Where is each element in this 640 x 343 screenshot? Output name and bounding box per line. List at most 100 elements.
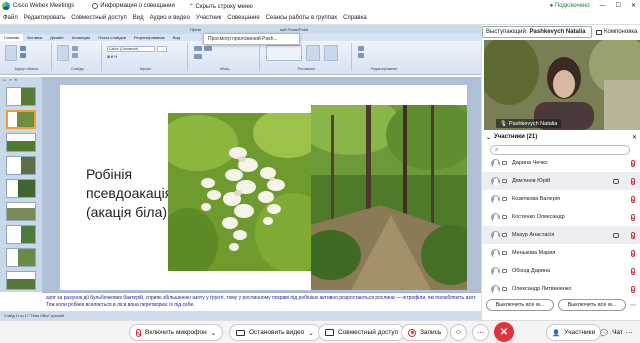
copy-icon[interactable]: [20, 53, 26, 58]
mic-muted-icon[interactable]: [631, 195, 635, 203]
speaker-notes[interactable]: азот за рахунок дії бульбочкових бактері…: [42, 292, 481, 311]
list-item[interactable]: Менькова Мария: [482, 244, 640, 262]
font-name-select[interactable]: Calibri (Основной): [107, 46, 155, 52]
list-item[interactable]: Дарина Чечко: [482, 158, 640, 172]
layout-button[interactable]: Компоновка: [596, 29, 637, 35]
slide-thumbnail[interactable]: [6, 87, 36, 106]
ppt-tab-review[interactable]: Рецензирование: [130, 34, 169, 41]
slide-thumbnail[interactable]: [6, 225, 36, 244]
more-options-icon[interactable]: ⋯: [630, 299, 640, 311]
menu-share[interactable]: Совместный доступ: [68, 15, 130, 21]
unmute-button[interactable]: Включить микрофон ⌄: [129, 324, 224, 341]
speaker-video[interactable]: [484, 40, 640, 130]
more-options-icon[interactable]: ⋯: [472, 324, 489, 341]
list-item[interactable]: Дем'янов Юрій: [482, 172, 640, 190]
find-icon[interactable]: [358, 46, 364, 51]
ppt-tab-slideshow[interactable]: Показ слайдов: [94, 34, 130, 41]
mic-muted-icon[interactable]: [631, 285, 635, 293]
end-meeting-button[interactable]: ✕: [494, 322, 514, 342]
menu-breakout[interactable]: Сеансы работы в группах: [263, 15, 341, 21]
cut-icon[interactable]: [20, 46, 26, 51]
new-slide-button[interactable]: [57, 45, 69, 61]
list-item[interactable]: Костенко Олександр: [482, 208, 640, 226]
ppt-tab-animation[interactable]: Анимация: [68, 34, 95, 41]
mute-all-button[interactable]: Выключить все м...: [486, 299, 554, 311]
slide-thumbnail[interactable]: [6, 271, 36, 290]
participant-name: Олександр Литвиненко: [512, 286, 572, 292]
participant-search-input[interactable]: ⌕: [490, 145, 630, 155]
list-item[interactable]: Олександр Литвиненко: [482, 280, 640, 293]
share-screen-icon: [325, 329, 334, 336]
ribbon-label-slides: Слайды: [70, 67, 85, 71]
numbering-icon[interactable]: [204, 46, 212, 51]
mic-muted-icon[interactable]: [631, 213, 635, 221]
menu-audio-video[interactable]: Аудио и видео: [147, 15, 193, 21]
font-size-select[interactable]: [157, 46, 167, 52]
mute-all-button-2[interactable]: Выключить все м...: [558, 299, 626, 311]
right-panel: Выступающий: Pashkevych Natalia Компонов…: [481, 25, 640, 320]
meeting-info-button[interactable]: Информация о совещании: [92, 3, 175, 9]
mic-muted-icon[interactable]: [631, 231, 635, 239]
shapes-gallery[interactable]: [266, 45, 302, 61]
slide-thumbnail[interactable]: [6, 248, 36, 267]
menu-meeting[interactable]: Совещание: [224, 15, 262, 21]
mic-muted-icon[interactable]: [631, 177, 635, 185]
slides-tab-icon[interactable]: ▭: [3, 78, 6, 84]
chevron-down-icon[interactable]: ⌄: [486, 134, 491, 141]
chat-icon[interactable]: [613, 232, 619, 238]
bold-icon[interactable]: Ж К Ч: [107, 55, 117, 59]
list-item[interactable]: Обіход Дарина: [482, 262, 640, 280]
menu-participant[interactable]: Участник: [193, 15, 224, 21]
ppt-window-title-2: soft PowerPoint: [280, 27, 309, 32]
current-slide[interactable]: Робінія псевдоакація (акація біла): [60, 85, 467, 290]
slide-thumbnail-selected[interactable]: [6, 110, 36, 129]
slide-thumbnail[interactable]: [6, 133, 36, 152]
share-button[interactable]: Совместный доступ: [318, 324, 406, 341]
participant-name: Дем'янов Юрій: [512, 178, 551, 184]
close-panel-icon[interactable]: ✕: [632, 134, 637, 141]
more-panels-icon[interactable]: ⋯: [622, 324, 636, 341]
list-item[interactable]: Мазур Анастасія: [482, 226, 640, 244]
ppt-tab-insert[interactable]: Вставка: [23, 34, 46, 41]
menu-bar: Файл Редактировать Совместный доступ Вид…: [0, 12, 640, 25]
layout-icon[interactable]: [72, 46, 78, 51]
mic-muted-icon[interactable]: [631, 159, 635, 167]
minimize-icon[interactable]: —: [600, 3, 606, 9]
stop-video-button[interactable]: Остановить видео ⌄: [229, 324, 321, 341]
reactions-icon[interactable]: ☺: [450, 324, 467, 341]
speaker-name: Pashkevych Natalia: [529, 29, 586, 35]
ppt-tab-view[interactable]: Вид: [169, 34, 184, 41]
maximize-icon[interactable]: ☐: [616, 2, 621, 9]
list-item[interactable]: Козелкова Валерія: [482, 190, 640, 208]
app-view-tooltip[interactable]: Просмотр приложений Pash...: [203, 33, 300, 45]
menu-edit[interactable]: Редактировать: [21, 15, 68, 21]
slide-thumbnail[interactable]: [6, 156, 36, 175]
outline-tab-icon[interactable]: ≡: [9, 78, 11, 84]
quick-styles-button[interactable]: [324, 45, 338, 61]
hide-menu-button[interactable]: ⌃ Скрыть строку меню: [189, 3, 253, 10]
menu-help[interactable]: Справка: [340, 15, 370, 21]
chat-icon[interactable]: [613, 178, 619, 184]
align-icon[interactable]: [194, 54, 202, 59]
close-pane-icon[interactable]: ✕: [14, 78, 17, 84]
replace-icon[interactable]: [358, 53, 364, 58]
active-speaker-box: Выступающий: Pashkevych Natalia: [482, 26, 592, 38]
ppt-tab-design[interactable]: Дизайн: [46, 34, 67, 41]
close-icon[interactable]: ✕: [631, 2, 636, 9]
menu-view[interactable]: Вид: [130, 15, 147, 21]
ppt-tab-home[interactable]: Главная: [0, 34, 24, 41]
mic-muted-icon[interactable]: [631, 249, 635, 257]
ribbon-font: Calibri (Основной) Ж К Ч Шрифт: [104, 43, 188, 71]
paste-button[interactable]: [5, 45, 17, 61]
slide-thumbnail[interactable]: [6, 202, 36, 221]
arrange-button[interactable]: [306, 45, 320, 61]
mic-muted-icon[interactable]: [631, 267, 635, 275]
app-title: Cisco Webex Meetings: [13, 3, 75, 9]
ribbon-clipboard: Буфер обмена: [2, 43, 52, 71]
reset-icon[interactable]: [72, 53, 78, 58]
record-button[interactable]: Запись: [401, 324, 449, 341]
bullets-icon[interactable]: [194, 46, 202, 51]
participants-button[interactable]: 👤 Участники: [546, 324, 602, 341]
menu-file[interactable]: Файл: [0, 15, 21, 21]
slide-thumbnail[interactable]: [6, 179, 36, 198]
